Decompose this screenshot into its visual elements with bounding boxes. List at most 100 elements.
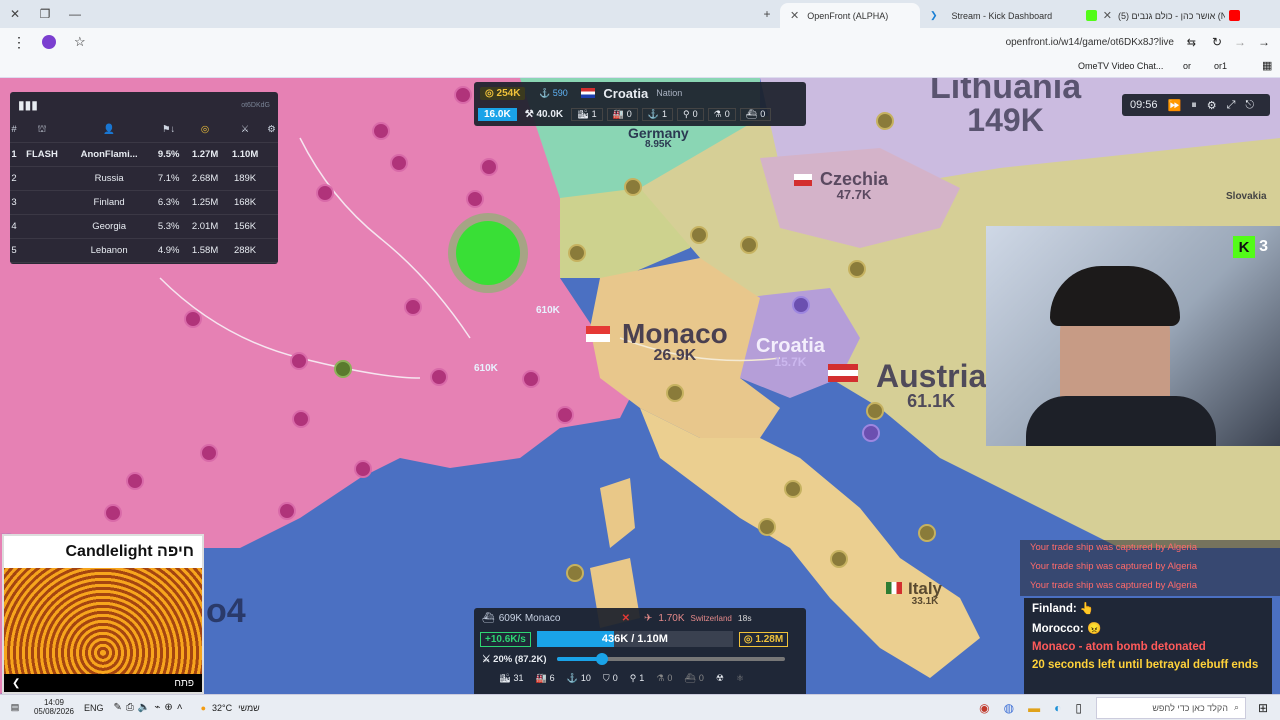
city-icon[interactable] — [666, 384, 684, 402]
task-view-icon[interactable]: ▯ — [1075, 701, 1082, 715]
browser-icon[interactable]: ◍ — [1004, 701, 1014, 715]
cancel-attack-icon[interactable]: ✕ — [622, 613, 630, 624]
city-icon[interactable] — [784, 480, 802, 498]
city-icon[interactable] — [454, 86, 472, 104]
exit-icon[interactable]: ⎋ — [1245, 99, 1254, 112]
slider-handle[interactable] — [596, 653, 609, 665]
header-territory[interactable]: ⚑↓ — [152, 118, 186, 143]
pause-icon[interactable]: ⏸ — [1191, 99, 1197, 112]
translate-icon[interactable]: ⇆ — [1187, 36, 1196, 49]
header-troops[interactable]: ⚔ — [225, 118, 266, 143]
forward-icon[interactable]: → — [1234, 35, 1246, 49]
tab-openfront[interactable]: ✕ OpenFront (ALPHA) — [780, 3, 920, 28]
city-icon[interactable] — [740, 236, 758, 254]
city-icon[interactable] — [390, 154, 408, 172]
city-icon[interactable] — [568, 244, 586, 262]
close-tab-icon[interactable]: ✕ — [790, 9, 799, 22]
city-icon[interactable] — [862, 424, 880, 442]
city-icon[interactable] — [792, 296, 810, 314]
city-icon[interactable] — [290, 352, 308, 370]
city-icon[interactable] — [354, 460, 372, 478]
city-icon[interactable] — [104, 504, 122, 522]
table-row[interactable]: 1 FLASH AnonFlami... 9.5% 1.27M 1.10M — [10, 142, 278, 167]
build-port-button[interactable]: ⚓ 10 — [562, 673, 596, 684]
bookmark-star-icon[interactable]: ☆ — [74, 34, 86, 50]
chevron-left-icon[interactable]: ❮ — [12, 678, 20, 689]
header-clan[interactable]: ⛫ — [18, 118, 66, 143]
city-icon[interactable] — [334, 360, 352, 378]
table-row[interactable]: 4 Georgia 5.3% 2.01M 156K — [10, 214, 278, 239]
city-icon[interactable] — [556, 406, 574, 424]
language-indicator[interactable]: ENG — [84, 703, 104, 713]
mirv-icon[interactable]: ⚛ — [731, 673, 749, 684]
tray-icons[interactable]: ✎⎙🔈⌁⊕˄ — [114, 702, 187, 713]
windows-start-icon[interactable]: ⊞ — [1246, 701, 1280, 715]
city-icon[interactable] — [278, 502, 296, 520]
leaderboard-toggle-icon[interactable]: ▮▮▮ — [18, 98, 38, 112]
game-canvas[interactable]: Germany 8.95K Czechia 47.7K Lithuania 149K … — [0, 78, 1280, 694]
clock[interactable]: 14:09 05/08/2026 — [30, 698, 78, 717]
city-icon[interactable] — [690, 226, 708, 244]
minimize-window-icon[interactable]: — — [60, 0, 90, 28]
back-icon[interactable]: → — [1258, 35, 1270, 49]
city-icon[interactable] — [830, 550, 848, 568]
city-icon[interactable] — [430, 368, 448, 386]
header-gold[interactable]: ◎ — [185, 118, 226, 143]
edge-icon[interactable]: ◐ — [1054, 701, 1061, 715]
bookmark-item[interactable]: or1 — [1214, 61, 1227, 71]
build-factory-button[interactable]: 🏭 6 — [530, 673, 559, 684]
close-tab-icon[interactable]: ✕ — [1103, 9, 1112, 22]
app-icon[interactable]: ◉ — [979, 701, 989, 715]
restore-window-icon[interactable]: ❐ — [30, 0, 60, 28]
city-icon[interactable] — [624, 178, 642, 196]
table-row[interactable]: 3 Finland 6.3% 1.25M 168K — [10, 190, 278, 215]
build-sam-button[interactable]: ⚗ 0 — [651, 673, 677, 684]
city-icon[interactable] — [480, 158, 498, 176]
city-icon[interactable] — [292, 410, 310, 428]
bookmark-item[interactable]: or — [1183, 61, 1191, 71]
taskbar-search[interactable]: הקלד כאן כדי לחפש ⌕ — [1096, 696, 1246, 719]
ad-open-button[interactable]: פתח — [174, 678, 194, 689]
header-settings[interactable]: ⚙ — [265, 118, 278, 143]
menu-dots-icon[interactable]: ⋮ — [12, 34, 26, 51]
build-city-button[interactable]: 🏙 31 — [494, 673, 528, 684]
build-warship-button[interactable]: ⛴ 0 — [679, 673, 708, 684]
city-icon[interactable] — [918, 524, 936, 542]
nuke-icon[interactable]: ☢ — [711, 673, 729, 684]
header-rank[interactable]: # — [10, 118, 19, 143]
profile-avatar[interactable] — [42, 35, 56, 49]
notification-icon[interactable]: ▤ — [0, 702, 30, 713]
fast-forward-icon[interactable]: ⏩ — [1168, 99, 1182, 112]
bookmark-item[interactable]: OmeTV Video Chat... — [1078, 61, 1163, 71]
table-row[interactable]: 5 Lebanon 4.9% 1.58M 288K — [10, 238, 278, 263]
attack-target[interactable]: ⛴ 609K Monaco ✕ — [474, 613, 638, 624]
folder-icon[interactable]: ▬ — [1028, 701, 1040, 715]
build-defense-button[interactable]: ⛉ 0 — [598, 673, 623, 684]
city-icon[interactable] — [404, 298, 422, 316]
city-icon[interactable] — [522, 370, 540, 388]
tab-kick-dashboard[interactable]: ❯ Stream - Kick Dashboard — [920, 3, 1070, 28]
city-icon[interactable] — [316, 184, 334, 202]
build-missile-button[interactable]: ⚲ 1 — [625, 673, 650, 684]
ad-overlay[interactable]: Candlelight חיפה ❮ פתח — [2, 534, 204, 694]
close-window-icon[interactable]: ✕ — [0, 0, 30, 28]
city-icon[interactable] — [566, 564, 584, 582]
city-icon[interactable] — [466, 190, 484, 208]
url-field[interactable]: openfront.io/w14/game/ot6DKx8J?live — [1006, 37, 1174, 48]
table-row[interactable]: 2 Russia 7.1% 2.68M 189K — [10, 166, 278, 191]
new-tab-icon[interactable]: + — [752, 0, 782, 28]
tab-youtube[interactable]: ✕ (5) אושר כהן - כולם גנבים (Nuri) — [1076, 3, 1256, 28]
city-icon[interactable] — [126, 472, 144, 490]
fullscreen-icon[interactable]: ⤢ — [1227, 99, 1236, 112]
apps-grid-icon[interactable]: ▦ — [1262, 59, 1272, 72]
city-icon[interactable] — [184, 310, 202, 328]
gear-icon[interactable]: ⚙ — [1207, 99, 1217, 112]
city-icon[interactable] — [758, 518, 776, 536]
attack-ratio-slider[interactable] — [556, 653, 785, 665]
reload-icon[interactable]: ↻ — [1212, 35, 1222, 49]
city-icon[interactable] — [200, 444, 218, 462]
city-icon[interactable] — [876, 112, 894, 130]
city-icon[interactable] — [848, 260, 866, 278]
city-icon[interactable] — [372, 122, 390, 140]
header-player[interactable]: 👤 — [65, 118, 153, 143]
